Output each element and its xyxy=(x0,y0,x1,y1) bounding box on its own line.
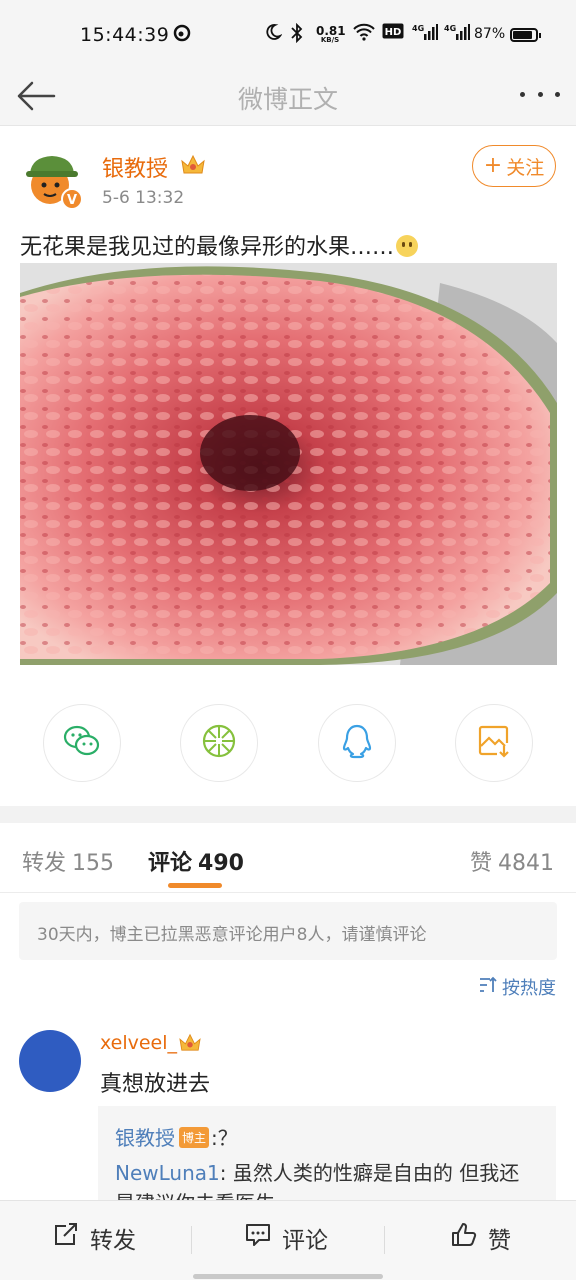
section-divider xyxy=(0,806,576,823)
tab-likes[interactable]: 赞 4841 xyxy=(470,845,554,877)
moments-icon xyxy=(201,723,237,763)
repost-icon xyxy=(52,1222,80,1254)
author-badge: 博主 xyxy=(179,1127,210,1148)
bluetooth-icon xyxy=(288,22,306,47)
tab-comments[interactable]: 评论 490 xyxy=(148,845,244,877)
net-speed: 0.81 KB/S xyxy=(316,24,346,44)
wechat-icon xyxy=(63,724,101,762)
moon-icon xyxy=(264,23,283,45)
reply-item: 银教授 博主:？ xyxy=(115,1126,238,1150)
signal-4g-icon: 4G xyxy=(444,23,470,45)
post-username[interactable]: 银教授 xyxy=(102,151,168,183)
share-row xyxy=(0,576,576,782)
interaction-tabs: 转发 155 评论 490 赞 4841 xyxy=(0,823,576,893)
like-button[interactable]: 赞 xyxy=(450,1221,511,1255)
bar-divider xyxy=(191,1226,192,1254)
signal-4g-icon: 4G xyxy=(412,23,438,45)
comment-avatar[interactable] xyxy=(19,1030,81,1092)
top-nav-bar: 微博正文 xyxy=(0,66,576,126)
save-image-button[interactable] xyxy=(455,704,533,782)
status-time: 15:44:39 xyxy=(80,24,170,46)
svg-text:4G: 4G xyxy=(444,24,456,33)
vip-crown-icon xyxy=(178,1032,202,1052)
share-moments-button[interactable] xyxy=(180,704,258,782)
active-tab-indicator xyxy=(168,883,222,888)
share-qq-button[interactable] xyxy=(318,704,396,782)
home-indicator xyxy=(193,1274,383,1279)
thinking-emoji-icon xyxy=(396,235,419,257)
svg-text:4G: 4G xyxy=(412,24,424,33)
bottom-action-bar: 转发 评论 赞 xyxy=(0,1200,576,1280)
reply-username[interactable]: NewLuna1 xyxy=(115,1161,220,1185)
comment-button[interactable]: 评论 xyxy=(244,1221,328,1255)
battery-percent: 87% xyxy=(474,26,506,42)
post-text: 无花果是我见过的最像异形的水果…… xyxy=(20,229,419,261)
status-bar: 15:44:39 0.81 KB/S HD 4G 4G 87% xyxy=(0,0,576,66)
svg-text:V: V xyxy=(67,193,77,208)
save-image-icon xyxy=(477,724,511,762)
comment-username[interactable]: xelveel_ xyxy=(100,1032,177,1054)
plus-icon: + xyxy=(483,153,503,178)
page-title: 微博正文 xyxy=(237,85,338,114)
share-wechat-button[interactable] xyxy=(43,704,121,782)
comment-notice: 30天内，博主已拉黑恶意评论用户8人，请谨慎评论 xyxy=(19,902,557,960)
weibo-notify-icon xyxy=(172,23,192,47)
bar-divider xyxy=(384,1226,385,1254)
post-time: 5-6 13:32 xyxy=(102,188,185,208)
battery-icon xyxy=(510,28,541,42)
comment-icon xyxy=(244,1222,272,1254)
vip-crown-icon xyxy=(180,153,206,175)
repost-button[interactable]: 转发 xyxy=(52,1221,136,1255)
comment-text: 真想放进去 xyxy=(100,1072,211,1097)
more-icon[interactable] xyxy=(520,88,560,100)
wifi-icon xyxy=(352,23,376,45)
tab-repost[interactable]: 转发 155 xyxy=(22,845,114,877)
svg-text:HD: HD xyxy=(385,27,402,38)
hd-icon: HD xyxy=(382,23,404,43)
sort-by-hot-button[interactable]: 按热度 xyxy=(478,974,556,1000)
qq-icon xyxy=(340,723,374,763)
thumbs-up-icon xyxy=(450,1222,478,1254)
sort-icon xyxy=(478,976,498,999)
avatar[interactable]: V xyxy=(22,149,84,211)
follow-button[interactable]: + 关注 xyxy=(472,145,556,187)
reply-username[interactable]: 银教授 xyxy=(115,1126,175,1150)
